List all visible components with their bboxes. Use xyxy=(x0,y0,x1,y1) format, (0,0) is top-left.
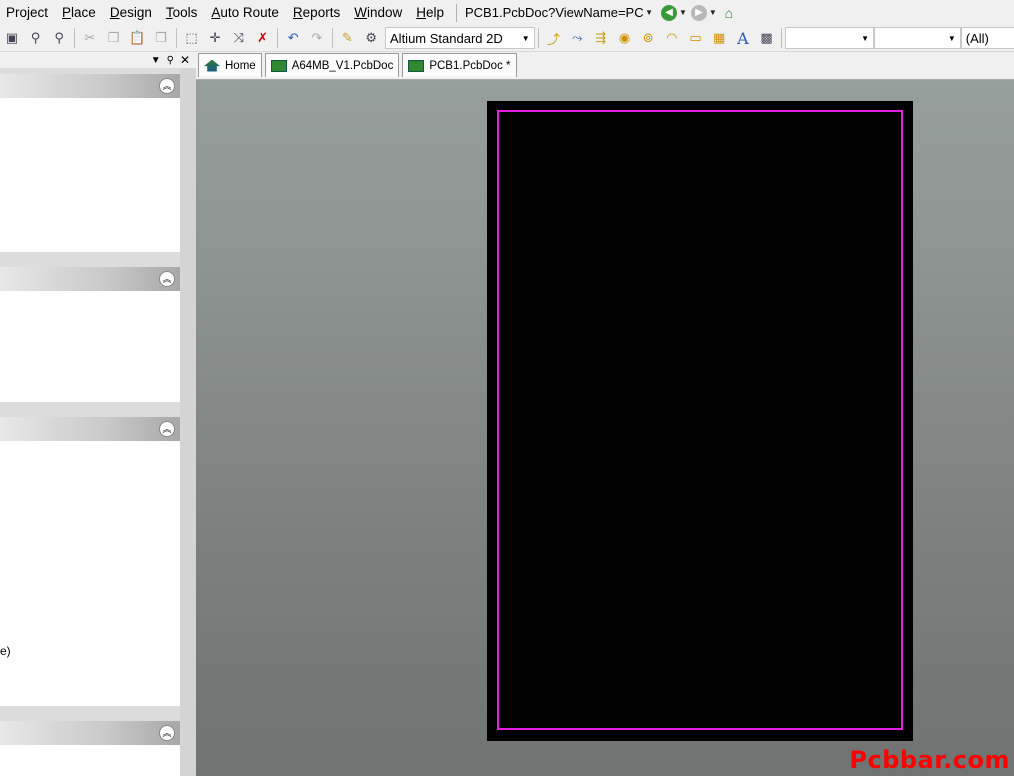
panel-section-header[interactable]: ︽ xyxy=(0,74,180,98)
toolbar-separator xyxy=(74,28,75,48)
tab-home[interactable]: Home xyxy=(198,53,262,77)
deselect-icon[interactable]: ⤨ xyxy=(229,28,249,48)
zoom-selected-icon[interactable]: ⚲ xyxy=(49,28,69,48)
toolbar-separator xyxy=(175,28,177,48)
collapse-icon[interactable]: ︽ xyxy=(159,421,175,437)
close-icon[interactable]: ✕ xyxy=(180,53,190,67)
forward-dropdown-icon[interactable]: ▼ xyxy=(709,8,717,17)
component-icon[interactable]: ▩ xyxy=(757,28,777,48)
pcb-workspace[interactable]: Pcbbar.com xyxy=(196,80,1014,776)
zoom-area-icon[interactable]: ⚲ xyxy=(26,28,46,48)
via-icon[interactable]: ⊚ xyxy=(638,28,658,48)
panel-menu-icon[interactable]: ▼ xyxy=(151,55,161,66)
left-panel: ▼ ⚲ ✕ ︽ ︽ ︽ e) ︽ xyxy=(0,52,196,776)
dropdown-arrow-icon[interactable]: ▼ xyxy=(522,34,530,43)
browse-components-icon[interactable]: ⚙ xyxy=(361,28,381,48)
dropdown-arrow-icon[interactable]: ▼ xyxy=(861,34,869,43)
view-config-combo[interactable]: Altium Standard 2D ▼ xyxy=(385,27,535,49)
panel-truncated-text: e) xyxy=(0,644,11,658)
polygon-pour-icon[interactable]: ▦ xyxy=(709,28,729,48)
menu-tools[interactable]: Tools xyxy=(160,0,206,25)
zoom-fit-icon[interactable]: ▣ xyxy=(2,28,22,48)
pcb-board-sheet[interactable] xyxy=(487,101,913,741)
tab-pcb1-pcbdoc[interactable]: PCB1.PcbDoc * xyxy=(402,53,517,77)
toolbar-separator xyxy=(277,28,279,48)
rubber-stamp-icon[interactable]: ❐ xyxy=(151,28,171,48)
dropdown-arrow-icon[interactable]: ▼ xyxy=(645,8,653,17)
collapse-icon[interactable]: ︽ xyxy=(159,78,175,94)
undo-icon[interactable]: ↶ xyxy=(283,28,303,48)
collapse-icon[interactable]: ︽ xyxy=(159,725,175,741)
back-icon[interactable]: ◀ xyxy=(661,4,677,21)
menu-design[interactable]: Design xyxy=(104,0,160,25)
paste-icon[interactable]: 📋 xyxy=(127,28,147,48)
panel-section-header[interactable]: ︽ xyxy=(0,417,180,441)
select-area-icon[interactable]: ⬚ xyxy=(182,28,202,48)
cross-probe-icon[interactable]: ✎ xyxy=(338,28,358,48)
move-icon[interactable]: ✛ xyxy=(205,28,225,48)
pcb-doc-icon xyxy=(270,59,287,72)
forward-icon[interactable]: ▶ xyxy=(690,4,707,21)
panel-section-body xyxy=(0,745,180,776)
board-outline[interactable] xyxy=(497,110,903,730)
fill-icon[interactable]: ▭ xyxy=(686,28,706,48)
dropdown-arrow-icon[interactable]: ▼ xyxy=(948,34,956,43)
menu-bar: Project Place Design Tools Auto Route Re… xyxy=(0,0,1014,25)
route-multiple-icon[interactable]: ⤳ xyxy=(567,28,587,48)
back-dropdown-icon[interactable]: ▼ xyxy=(679,8,687,17)
toolbar-separator xyxy=(781,28,783,48)
toolbar-separator xyxy=(537,28,539,48)
panel-section-body xyxy=(0,291,180,402)
interactive-route-icon[interactable]: ⤴ xyxy=(544,28,564,48)
toolbar-separator xyxy=(331,28,333,48)
differential-pair-icon[interactable]: ⇶ xyxy=(591,28,611,48)
clear-filter-icon[interactable]: ✗ xyxy=(253,28,273,48)
menu-window[interactable]: Window xyxy=(348,0,410,25)
redo-icon[interactable]: ↷ xyxy=(307,28,327,48)
pcb-doc-icon xyxy=(408,59,425,72)
pcb-toolbar: ▣ ⚲ ⚲ ✂ ❐ 📋 ❐ ⬚ ✛ ⤨ ✗ ↶ ↷ ✎ ⚙ Altium Sta… xyxy=(0,25,1014,52)
watermark: Pcbbar.com xyxy=(849,746,1010,774)
panel-header: ▼ ⚲ ✕ xyxy=(0,52,196,68)
panel-section-body: e) xyxy=(0,441,180,706)
collapse-icon[interactable]: ︽ xyxy=(159,271,175,287)
view-name-combo[interactable]: PCB1.PcbDoc?ViewName=PCBEditor ▼ xyxy=(461,3,657,23)
filter-all-combo[interactable]: (All) xyxy=(960,27,1014,49)
filter-combo-2[interactable]: ▼ xyxy=(874,27,961,49)
home-icon xyxy=(204,59,220,72)
document-tab-bar: Home A64MB_V1.PcbDoc PCB1.PcbDoc * xyxy=(196,52,1014,80)
menu-help[interactable]: Help xyxy=(410,0,452,25)
copy-icon[interactable]: ❐ xyxy=(104,28,124,48)
menu-auto-route[interactable]: Auto Route xyxy=(205,0,287,25)
tab-a64mb-pcbdoc[interactable]: A64MB_V1.PcbDoc xyxy=(264,53,400,77)
filter-combo-1[interactable]: ▼ xyxy=(785,27,875,49)
panel-splitter[interactable] xyxy=(180,68,196,776)
cut-icon[interactable]: ✂ xyxy=(80,28,100,48)
home-nav-icon[interactable]: ⌂ xyxy=(721,5,737,21)
panel-section-body xyxy=(0,98,180,252)
menu-project[interactable]: Project xyxy=(0,0,56,25)
menu-separator xyxy=(456,3,457,22)
arc-icon[interactable]: ◠ xyxy=(662,28,682,48)
panel-section-header[interactable]: ︽ xyxy=(0,721,180,745)
panel-section-header[interactable]: ︽ xyxy=(0,267,180,291)
string-text-icon[interactable]: A xyxy=(733,28,753,48)
menu-place[interactable]: Place xyxy=(56,0,104,25)
pin-icon[interactable]: ⚲ xyxy=(167,55,174,66)
pad-icon[interactable]: ◉ xyxy=(615,28,635,48)
menu-reports[interactable]: Reports xyxy=(287,0,348,25)
